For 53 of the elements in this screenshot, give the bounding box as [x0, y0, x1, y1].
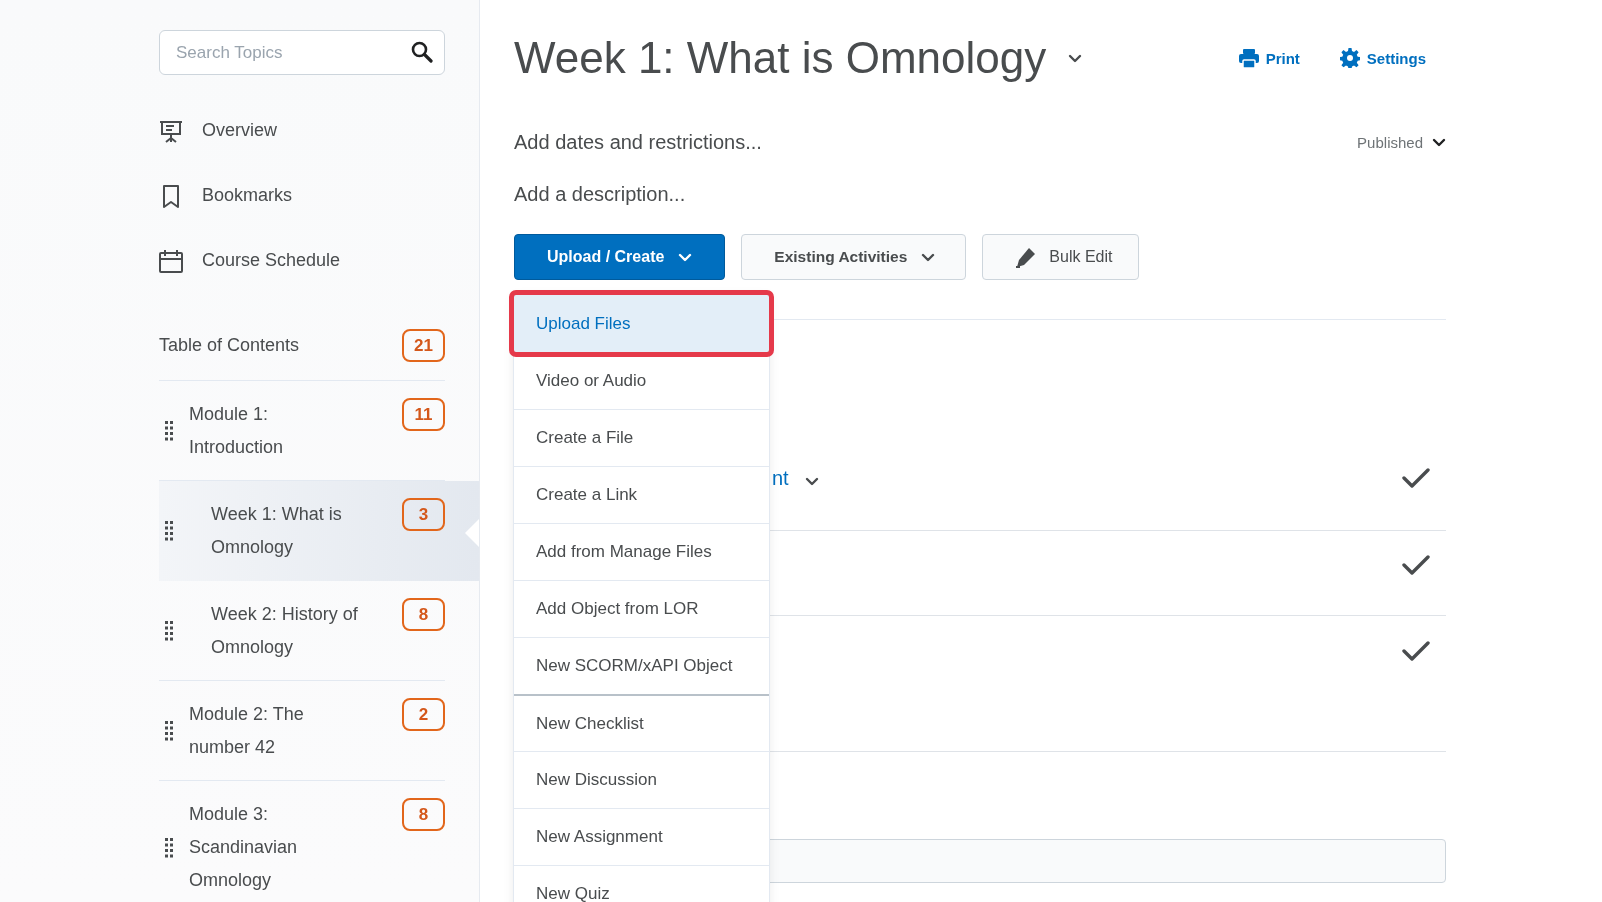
pencil-icon: [1015, 246, 1038, 268]
selected-topic-item[interactable]: Week 1: What is Omnology 3: [159, 481, 479, 581]
menu-item[interactable]: Add from Manage Files: [514, 523, 769, 580]
menu-item[interactable]: New Discussion: [514, 751, 769, 808]
menu-item[interactable]: New Assignment: [514, 808, 769, 865]
search-icon: [411, 41, 433, 63]
title-chevron-icon[interactable]: [1068, 53, 1083, 63]
caret-icon: [678, 252, 693, 262]
menu-item[interactable]: Video or Audio: [514, 352, 769, 409]
status-dropdown[interactable]: Published: [1357, 133, 1446, 151]
count-badge: 8: [402, 598, 445, 631]
count-badge: 21: [402, 329, 445, 362]
chevron-down-icon: [1432, 137, 1446, 147]
topic-item[interactable]: Module 2: The number 42 2: [159, 681, 445, 781]
menu-item[interactable]: Upload Files: [514, 295, 769, 352]
calendar-icon: [159, 248, 183, 273]
drag-handle-icon: [165, 521, 173, 541]
menu-item[interactable]: New Quiz: [514, 865, 769, 902]
topic-item[interactable]: Week 2: History of Omnology 8: [159, 581, 445, 681]
print-link[interactable]: Print: [1238, 48, 1300, 68]
menu-item[interactable]: New Checklist: [514, 694, 769, 751]
caret-icon: [921, 252, 936, 262]
drag-handle-icon: [165, 721, 173, 741]
settings-link[interactable]: Settings: [1339, 48, 1426, 68]
presentation-board-icon: [159, 118, 183, 143]
page-title: Week 1: What is Omnology: [514, 33, 1047, 83]
menu-item[interactable]: Create a Link: [514, 466, 769, 523]
add-description-link[interactable]: Add a description...: [514, 168, 1446, 220]
drag-handle-icon: [165, 837, 173, 858]
count-badge: 3: [402, 498, 445, 531]
chevron-down-icon: [804, 477, 819, 486]
selection-pointer: [465, 519, 479, 547]
topic-item[interactable]: Module 3: Scandinavian Omnology 8: [159, 781, 445, 902]
nav-item[interactable]: Bookmarks: [159, 163, 445, 228]
add-dates-link[interactable]: Add dates and restrictions...: [514, 130, 762, 154]
nav-item[interactable]: Overview: [159, 98, 445, 163]
menu-item[interactable]: New SCORM/xAPI Object: [514, 637, 769, 694]
count-badge: 11: [402, 398, 445, 431]
count-badge: 8: [402, 798, 445, 831]
bulk-edit-button[interactable]: Bulk Edit: [982, 234, 1140, 280]
nav-item[interactable]: Course Schedule: [159, 228, 445, 293]
toc-heading[interactable]: Table of Contents: [159, 335, 300, 356]
existing-activities-button[interactable]: Existing Activities: [741, 234, 967, 280]
gear-icon: [1339, 48, 1360, 68]
drag-handle-icon: [165, 421, 173, 441]
search-field[interactable]: Search Topics: [159, 30, 445, 75]
menu-item[interactable]: Add Object from LOR: [514, 580, 769, 637]
menu-item[interactable]: Create a File: [514, 409, 769, 466]
printer-icon: [1238, 48, 1259, 68]
topic-link[interactable]: nt: [772, 466, 789, 490]
count-badge: 2: [402, 698, 445, 731]
upload-create-button[interactable]: Upload / Create: [514, 234, 726, 280]
drag-handle-icon: [165, 621, 173, 641]
